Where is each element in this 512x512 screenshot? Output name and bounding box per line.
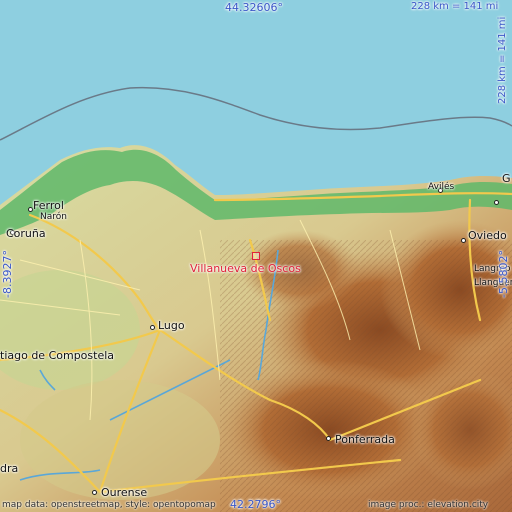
maritime-boundary [0, 86, 512, 141]
place-label-santiago: tiago de Compostela [0, 349, 115, 362]
map-view[interactable]: Villanueva de Oscos Ferrol Narón Coruña … [0, 0, 512, 512]
featured-place-label[interactable]: Villanueva de Oscos [190, 263, 301, 274]
credit-map-data: map data: openstreetmap, style: opentopo… [2, 500, 216, 510]
place-label-ferrol: Ferrol [33, 199, 64, 212]
place-label-naron: Narón [40, 212, 67, 222]
top-latitude-label: 44.32606° [225, 1, 283, 14]
place-label-coruna: Coruña [6, 227, 46, 240]
place-label-ourense: Ourense [101, 486, 148, 499]
oviedo-dot [461, 238, 466, 243]
scale-label-top: 228 km = 141 mi [411, 1, 499, 12]
credit-image-processing: image proc.: elevation.city [368, 500, 489, 510]
ourense-dot [92, 490, 97, 495]
place-label-aviles: Avilés [428, 182, 455, 192]
place-label-gijon: G [502, 172, 511, 185]
featured-place-marker[interactable] [252, 252, 260, 260]
place-label-oviedo: Oviedo [468, 229, 507, 242]
right-longitude-label: -5.5802° [497, 250, 510, 298]
lugo-dot [150, 325, 155, 330]
ponferrada-dot [326, 436, 331, 441]
place-label-ponferrada: Ponferrada [335, 433, 395, 446]
left-longitude-label: -8.3927° [1, 250, 14, 298]
place-label-pontevedra: dra [0, 462, 19, 475]
bottom-latitude-label: 42.2796° [230, 498, 281, 511]
place-label-lugo: Lugo [158, 319, 185, 332]
gijon-dot [494, 200, 499, 205]
scale-label-right: 228 km = 141 mi [497, 16, 508, 104]
